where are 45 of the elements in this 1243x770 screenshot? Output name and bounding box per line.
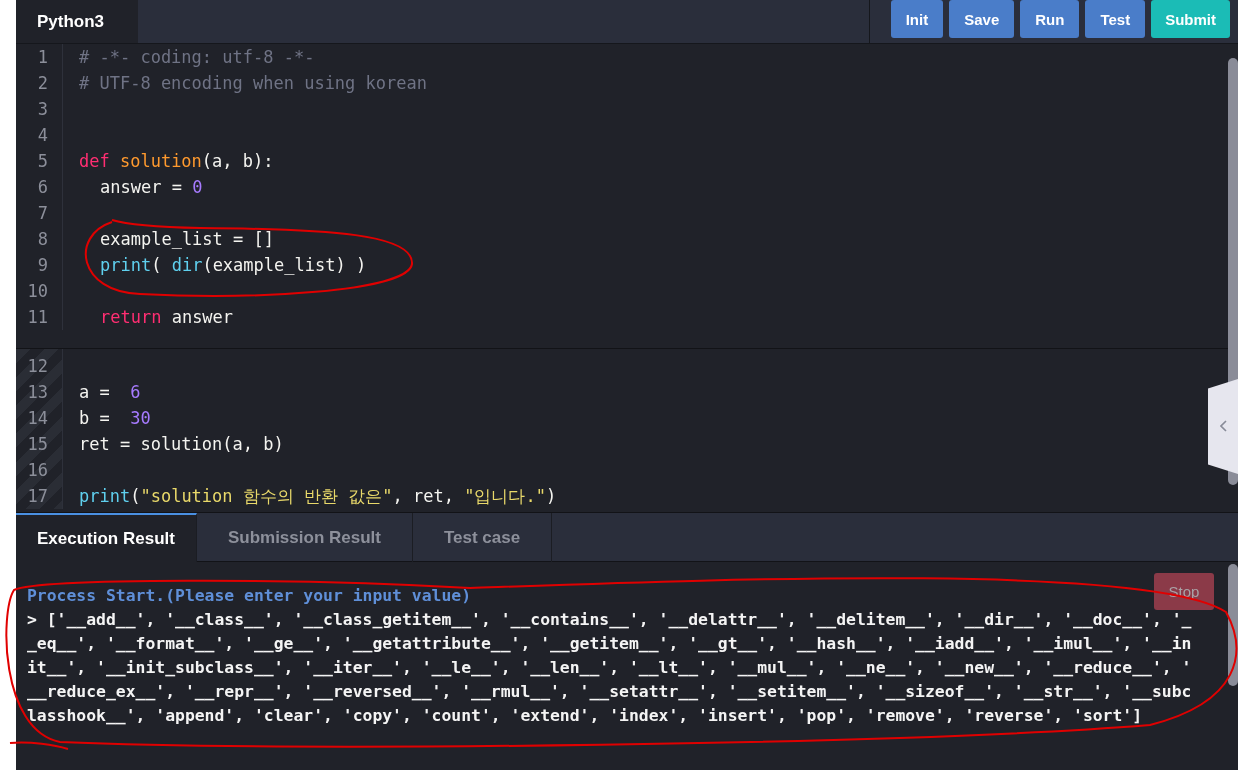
code-line: a = 6 (79, 381, 142, 404)
line-number: 11 (26, 306, 49, 329)
line-number: 5 (36, 150, 49, 173)
line-number: 7 (36, 202, 49, 225)
line-number: 8 (36, 228, 49, 251)
toolbar-button[interactable]: Save (949, 0, 1015, 38)
result-tab[interactable]: Submission Result (196, 513, 413, 562)
code-line: def solution(a, b): (79, 150, 275, 173)
console-output: _eq__', '__format__', '__ge__', '__getattribute__', '__getitem__', '__gt__', '__hash__', '__iadd__', '__imul__', '__in (27, 633, 1192, 655)
submit-button[interactable]: Submit (1151, 0, 1230, 38)
chevron-left-icon (1220, 420, 1227, 432)
code-line: ret = solution(a, b) (79, 433, 285, 456)
line-number: 14 (26, 407, 49, 430)
code-line: return answer (99, 306, 235, 329)
code-line: example_list = [] (99, 228, 275, 251)
status-message: Process Start.(Please enter your input value) (27, 585, 472, 607)
line-number: 12 (26, 355, 49, 378)
result-tab[interactable]: Execution Result (16, 513, 197, 562)
line-number: 3 (36, 98, 49, 121)
language-tab[interactable]: Python3 (16, 0, 138, 43)
line-number: 10 (26, 280, 49, 303)
console-output: > ['__add__', '__class__', '__class_getitem__', '__contains__', '__delattr__', '__delitem__', '__dir__', '__doc__', '_ (27, 609, 1192, 631)
toolbar-button[interactable]: Init (890, 0, 944, 38)
code-line: # UTF-8 encoding when using korean (79, 72, 427, 95)
line-number: 13 (26, 381, 49, 404)
code-line: print("solution 함수의 반환 값은", ret, "입니다.") (79, 485, 557, 508)
code-line: answer = 0 (99, 176, 204, 199)
line-number: 15 (26, 433, 49, 456)
scrollbar[interactable] (1228, 564, 1238, 686)
line-number: 4 (36, 124, 49, 147)
result-tab[interactable]: Test case (412, 513, 553, 562)
code-line: # -*- coding: utf-8 -*- (79, 46, 316, 69)
line-number: 6 (36, 176, 49, 199)
line-number: 9 (36, 254, 49, 277)
console-output: lasshook__', 'append', 'clear', 'copy', 'count', 'extend', 'index', 'insert', 'pop', 'remove', 'reverse', 'sort'] (27, 705, 1143, 727)
line-number: 1 (36, 46, 49, 69)
toolbar-button[interactable]: Run (1020, 0, 1080, 38)
code-line: print( dir(example_list) ) (99, 254, 368, 277)
line-number: 2 (36, 72, 49, 95)
console-output: __reduce_ex__', '__repr__', '__reversed__', '__rmul__', '__setattr__', '__setitem__', '__sizeof__', '__str__', '__subc (27, 681, 1192, 703)
line-number: 16 (26, 459, 49, 482)
code-line: b = 30 (79, 407, 152, 430)
console-output: it__', '__init_subclass__', '__iter__', '__le__', '__len__', '__lt__', '__mul__', '__ne__', '__new__', '__reduce__', ' (27, 657, 1192, 679)
line-number: 17 (26, 485, 49, 508)
toolbar-button[interactable]: Test (1085, 0, 1146, 38)
